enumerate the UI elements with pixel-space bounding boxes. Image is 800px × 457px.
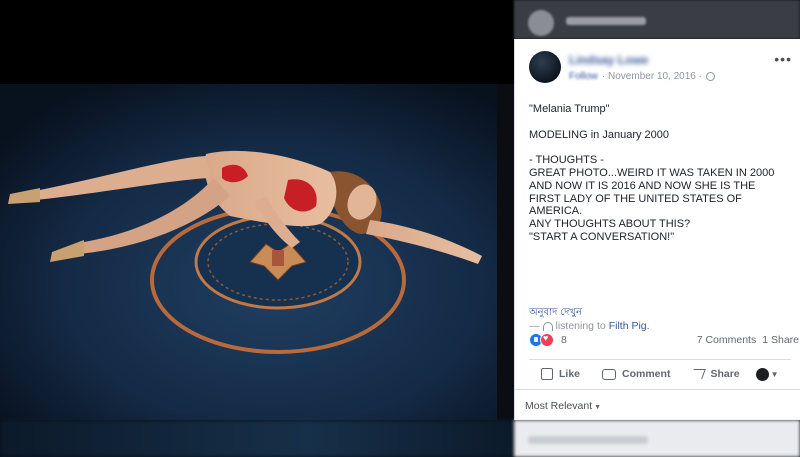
comment-sort-dropdown[interactable]: Most Relevant ▼ (525, 400, 601, 412)
like-label: Like (559, 368, 581, 380)
follow-link[interactable]: Follow (569, 71, 598, 82)
caret-down-icon: ▼ (594, 404, 602, 411)
blurred-name (566, 17, 646, 25)
post-panel: Lindsay Lowe Follow · November 10, 2016 … (514, 39, 800, 420)
comment-icon (602, 368, 617, 380)
post-text-line: GREAT PHOTO...WEIRD IT WAS TAKEN IN 2000 (529, 166, 775, 179)
comments-count[interactable]: 7 Comments (697, 334, 757, 346)
post-body: "Melania Trump" MODELING in January 2000… (529, 103, 795, 244)
thumb-icon (541, 368, 553, 380)
more-options-icon[interactable]: ••• (774, 51, 792, 67)
comment-label: Comment (622, 368, 671, 380)
blurred-previous-post (514, 0, 800, 39)
comment-button[interactable]: Comment (602, 368, 670, 380)
post-text-gap (529, 141, 795, 154)
post-text-line: MODELING in January 2000 (529, 128, 670, 141)
author-avatar[interactable] (529, 51, 561, 83)
viewer-backdrop-bottom (0, 420, 514, 457)
blurred-comment (514, 420, 800, 457)
viewer-backdrop (0, 0, 514, 84)
reaction-profile-select[interactable]: ▼ (755, 367, 779, 381)
share-icon (690, 369, 707, 379)
shares-count[interactable]: 1 Share (762, 334, 799, 346)
sort-label: Most Relevant (525, 400, 593, 412)
avatar (528, 10, 554, 36)
post-text-line: ANY THOUGHTS ABOUT THIS? (529, 218, 691, 231)
photo-illustration (0, 84, 497, 420)
engagement-counts: 7 Comments 1 Share (697, 334, 799, 346)
post-text-line: AMERICA. (529, 205, 583, 218)
profile-avatar (755, 367, 769, 381)
post-photo[interactable] (0, 84, 497, 420)
post-meta: Follow · November 10, 2016 · (569, 71, 715, 82)
post-date[interactable]: · November 10, 2016 · (602, 71, 702, 82)
post-text-line: - THOUGHTS - (529, 154, 604, 167)
author-name[interactable]: Lindsay Lowe (569, 53, 648, 67)
blurred-text (528, 436, 648, 444)
globe-icon (705, 72, 715, 81)
post-text-line: "START A CONVERSATION!" (529, 230, 675, 243)
post-text-gap (529, 116, 795, 129)
post-text-line: FIRST LADY OF THE UNITED STATES OF (529, 192, 742, 205)
action-bar: Like Comment Share ▼ (529, 363, 799, 385)
reaction-count[interactable]: 8 (561, 334, 567, 346)
love-reaction-icon (540, 333, 554, 347)
divider (529, 359, 791, 360)
share-label: Share (710, 368, 740, 380)
post-text-line: AND NOW IT IS 2016 AND NOW SHE IS THE (529, 179, 756, 192)
divider (515, 389, 800, 390)
photo-viewer: Lindsay Lowe Follow · November 10, 2016 … (0, 0, 800, 457)
post-text-line: "Melania Trump" (529, 103, 610, 115)
reaction-icons[interactable] (529, 333, 554, 347)
like-button[interactable]: Like (541, 368, 580, 380)
caret-down-icon: ▼ (770, 369, 779, 379)
headphones-icon (542, 321, 553, 331)
share-button[interactable]: Share (690, 368, 740, 380)
reactions-summary: 8 7 Comments 1 Share (529, 331, 799, 351)
